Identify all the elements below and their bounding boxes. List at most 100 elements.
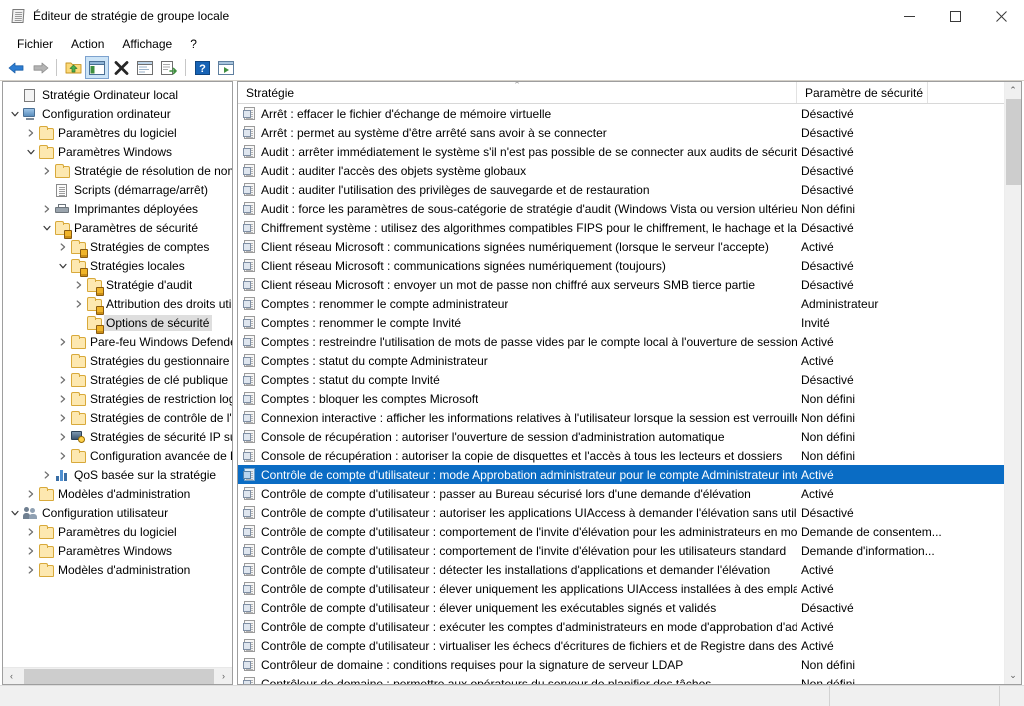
tree-item[interactable]: Stratégie Ordinateur local — [3, 85, 232, 104]
scroll-left-arrow-icon[interactable]: ‹ — [3, 668, 20, 685]
delete-x-icon[interactable] — [109, 56, 133, 79]
up-folder-icon[interactable] — [61, 56, 85, 79]
tree-item[interactable]: Modèles d'administration — [3, 560, 232, 579]
tree-item[interactable]: Scripts (démarrage/arrêt) — [3, 180, 232, 199]
table-row[interactable]: Comptes : bloquer les comptes Microsoft N… — [238, 389, 1021, 408]
tree-item[interactable]: Paramètres Windows — [3, 142, 232, 161]
tree-item[interactable]: Stratégies du gestionnaire de lis — [3, 351, 232, 370]
list-vscroll-track[interactable] — [1005, 99, 1021, 667]
table-row[interactable]: Audit : auditer l'accès des objets systè… — [238, 161, 1021, 180]
chevron-right-icon[interactable] — [55, 370, 70, 389]
chevron-right-icon[interactable] — [39, 465, 54, 484]
menu-aide[interactable]: ? — [181, 34, 206, 54]
table-row[interactable]: Client réseau Microsoft : envoyer un mot… — [238, 275, 1021, 294]
tree-item[interactable]: QoS basée sur la stratégie — [3, 465, 232, 484]
column-header-security-setting[interactable]: Paramètre de sécurité — [797, 82, 928, 103]
table-row[interactable]: Contrôle de compte d'utilisateur : éleve… — [238, 579, 1021, 598]
table-row[interactable]: Contrôle de compte d'utilisateur : détec… — [238, 560, 1021, 579]
table-row[interactable]: Contrôle de compte d'utilisateur : éleve… — [238, 598, 1021, 617]
tree-item[interactable]: Stratégies de clé publique — [3, 370, 232, 389]
tree-horizontal-scrollbar[interactable]: ‹ › — [3, 667, 232, 684]
tree-item[interactable]: Options de sécurité — [3, 313, 232, 334]
chevron-down-icon[interactable] — [23, 142, 38, 161]
table-row[interactable]: Contrôle de compte d'utilisateur : exécu… — [238, 617, 1021, 636]
tree-item[interactable]: Stratégies de sécurité IP sur Ord — [3, 427, 232, 446]
chevron-right-icon[interactable] — [55, 408, 70, 427]
table-row[interactable]: Contrôle de compte d'utilisateur : passe… — [238, 484, 1021, 503]
chevron-right-icon[interactable] — [71, 275, 86, 294]
table-row[interactable]: Console de récupération : autoriser la c… — [238, 446, 1021, 465]
chevron-down-icon[interactable] — [55, 256, 70, 275]
chevron-down-icon[interactable] — [7, 503, 22, 522]
table-row[interactable]: Contrôle de compte d'utilisateur : virtu… — [238, 636, 1021, 655]
table-row[interactable]: Audit : force les paramètres de sous-cat… — [238, 199, 1021, 218]
chevron-right-icon[interactable] — [55, 237, 70, 256]
tree-item[interactable]: Paramètres Windows — [3, 541, 232, 560]
table-row[interactable]: Connexion interactive : afficher les inf… — [238, 408, 1021, 427]
table-row[interactable]: Comptes : statut du compte Administrateu… — [238, 351, 1021, 370]
table-row[interactable]: Console de récupération : autoriser l'ou… — [238, 427, 1021, 446]
tree-item[interactable]: Stratégie d'audit — [3, 275, 232, 296]
table-row[interactable]: Client réseau Microsoft : communications… — [238, 256, 1021, 275]
maximize-button[interactable] — [932, 0, 978, 32]
chevron-right-icon[interactable] — [23, 522, 38, 541]
list-vscroll-thumb[interactable] — [1006, 99, 1021, 185]
table-row[interactable]: Comptes : renommer le compte administrat… — [238, 294, 1021, 313]
tree-item[interactable]: Stratégies de restriction logiciell — [3, 389, 232, 408]
column-header-policy[interactable]: ⌃ Stratégie — [238, 82, 797, 103]
table-row[interactable]: Audit : arrêter immédiatement le système… — [238, 142, 1021, 161]
table-row[interactable]: Contrôle de compte d'utilisateur : mode … — [238, 465, 1021, 484]
table-row[interactable]: Contrôleur de domaine : conditions requi… — [238, 655, 1021, 674]
tree-item[interactable]: Paramètres de sécurité — [3, 218, 232, 239]
tree-item[interactable]: Stratégie de résolution de noms — [3, 161, 232, 180]
chevron-right-icon[interactable] — [71, 294, 86, 313]
table-row[interactable]: Comptes : statut du compte Invité Désacti… — [238, 370, 1021, 389]
properties-icon[interactable] — [133, 56, 157, 79]
tree-item[interactable]: Stratégies de comptes — [3, 237, 232, 258]
chevron-right-icon[interactable] — [55, 427, 70, 446]
table-row[interactable]: Chiffrement système : utilisez des algor… — [238, 218, 1021, 237]
window-view-icon[interactable] — [214, 56, 238, 79]
chevron-down-icon[interactable] — [7, 104, 22, 123]
chevron-down-icon[interactable] — [39, 218, 54, 237]
tree-item[interactable]: Imprimantes déployées — [3, 199, 232, 218]
chevron-right-icon[interactable] — [55, 446, 70, 465]
scroll-right-arrow-icon[interactable]: › — [215, 668, 232, 685]
chevron-right-icon[interactable] — [23, 541, 38, 560]
tree-item[interactable]: Paramètres du logiciel — [3, 522, 232, 541]
chevron-right-icon[interactable] — [23, 123, 38, 142]
export-list-icon[interactable] — [157, 56, 181, 79]
table-row[interactable]: Audit : auditer l'utilisation des privil… — [238, 180, 1021, 199]
back-arrow-icon[interactable] — [4, 56, 28, 79]
table-row[interactable]: Contrôle de compte d'utilisateur : compo… — [238, 541, 1021, 560]
table-row[interactable]: Arrêt : effacer le fichier d'échange de … — [238, 104, 1021, 123]
scroll-down-arrow-icon[interactable]: ⌄ — [1005, 667, 1021, 684]
chevron-right-icon[interactable] — [39, 199, 54, 218]
table-row[interactable]: Contrôle de compte d'utilisateur : compo… — [238, 522, 1021, 541]
chevron-right-icon[interactable] — [23, 560, 38, 579]
tree-item[interactable]: Configuration ordinateur — [3, 104, 232, 123]
tree-item[interactable]: Paramètres du logiciel — [3, 123, 232, 142]
table-row[interactable]: Comptes : renommer le compte Invité Invit… — [238, 313, 1021, 332]
chevron-right-icon[interactable] — [55, 332, 70, 351]
tree-item[interactable]: Pare-feu Windows Defender ave — [3, 332, 232, 351]
chevron-right-icon[interactable] — [23, 484, 38, 503]
chevron-right-icon[interactable] — [39, 161, 54, 180]
table-row[interactable]: Contrôle de compte d'utilisateur : autor… — [238, 503, 1021, 522]
tree-item[interactable]: Modèles d'administration — [3, 484, 232, 503]
forward-arrow-icon[interactable] — [28, 56, 52, 79]
tree-item[interactable]: Stratégies de contrôle de l'appli — [3, 408, 232, 427]
menu-action[interactable]: Action — [62, 34, 113, 54]
menu-affichage[interactable]: Affichage — [113, 34, 181, 54]
tree-item[interactable]: Configuration utilisateur — [3, 503, 232, 522]
table-row[interactable]: Arrêt : permet au système d'être arrêté … — [238, 123, 1021, 142]
help-question-icon[interactable]: ? — [190, 56, 214, 79]
chevron-right-icon[interactable] — [55, 389, 70, 408]
tree-hscroll-thumb[interactable] — [24, 668, 214, 684]
tree-item[interactable]: Stratégies locales — [3, 256, 232, 277]
table-row[interactable]: Contrôleur de domaine : permettre aux op… — [238, 674, 1021, 684]
menu-fichier[interactable]: Fichier — [8, 34, 62, 54]
console-tree[interactable]: Stratégie Ordinateur local Configuration … — [3, 82, 232, 667]
tree-item[interactable]: Attribution des droits utilisa — [3, 294, 232, 315]
minimize-button[interactable] — [886, 0, 932, 32]
